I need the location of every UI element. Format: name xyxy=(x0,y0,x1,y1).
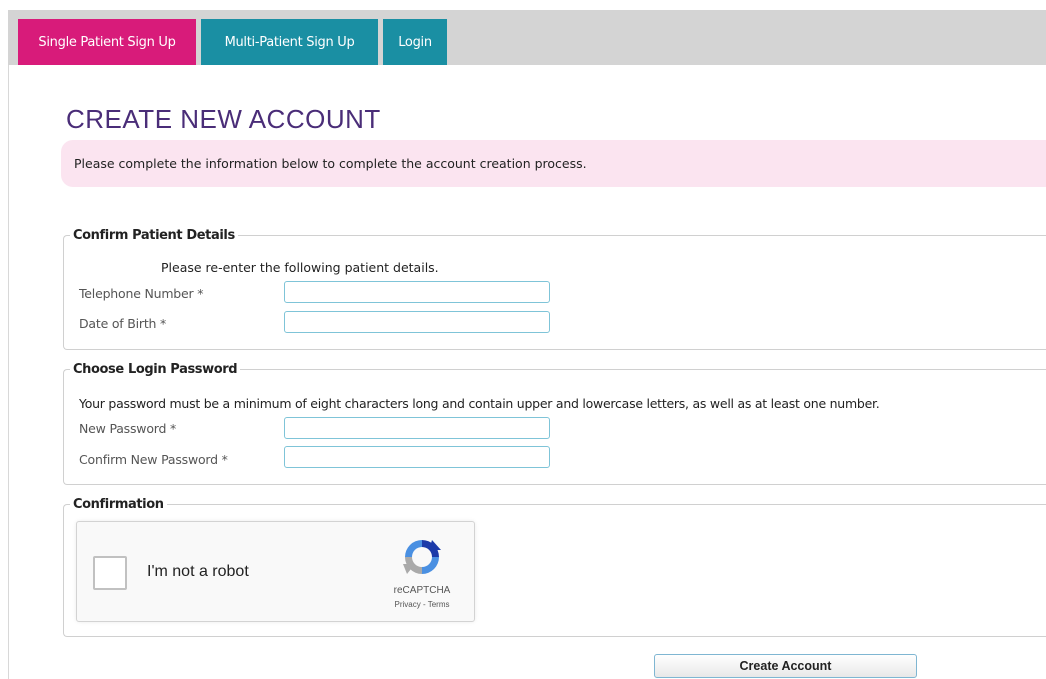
info-message: Please complete the information below to… xyxy=(61,140,1046,187)
password-instruction: Your password must be a minimum of eight… xyxy=(79,396,880,411)
dob-input[interactable] xyxy=(284,311,550,333)
confirm-password-input[interactable] xyxy=(284,446,550,468)
confirm-password-label: Confirm New Password * xyxy=(79,452,228,467)
new-password-label: New Password * xyxy=(79,421,177,436)
recaptcha-privacy-terms-link[interactable]: Privacy - Terms xyxy=(377,600,467,609)
recaptcha-checkbox[interactable] xyxy=(93,556,127,590)
recaptcha-widget: I'm not a robot reCAPTCHA Privacy - Term… xyxy=(76,521,475,622)
tab-label: Multi-Patient Sign Up xyxy=(224,34,355,50)
telephone-input[interactable] xyxy=(284,281,550,303)
dob-label: Date of Birth * xyxy=(79,316,167,331)
info-text: Please complete the information below to… xyxy=(74,156,587,171)
section-legend: Confirmation xyxy=(73,497,164,512)
recaptcha-brand: reCAPTCHA xyxy=(393,585,451,596)
new-password-input[interactable] xyxy=(284,417,550,439)
patient-details-instruction: Please re-enter the following patient de… xyxy=(161,260,439,275)
section-legend: Choose Login Password xyxy=(73,362,238,377)
create-account-label: Create Account xyxy=(739,659,832,673)
tab-multi-patient-sign-up[interactable]: Multi-Patient Sign Up xyxy=(201,19,378,65)
section-legend: Confirm Patient Details xyxy=(73,228,235,243)
tab-label: Login xyxy=(398,34,432,50)
tab-login[interactable]: Login xyxy=(383,19,447,65)
tab-single-patient-sign-up[interactable]: Single Patient Sign Up xyxy=(18,19,196,65)
page-title: CREATE NEW ACCOUNT xyxy=(66,104,381,134)
telephone-label: Telephone Number * xyxy=(79,286,204,301)
recaptcha-label: I'm not a robot xyxy=(147,563,249,580)
recaptcha-logo-icon xyxy=(403,540,441,574)
create-account-button[interactable]: Create Account xyxy=(654,654,917,678)
tab-label: Single Patient Sign Up xyxy=(38,34,176,50)
patient-details-section: Confirm Patient Details xyxy=(63,228,1046,350)
